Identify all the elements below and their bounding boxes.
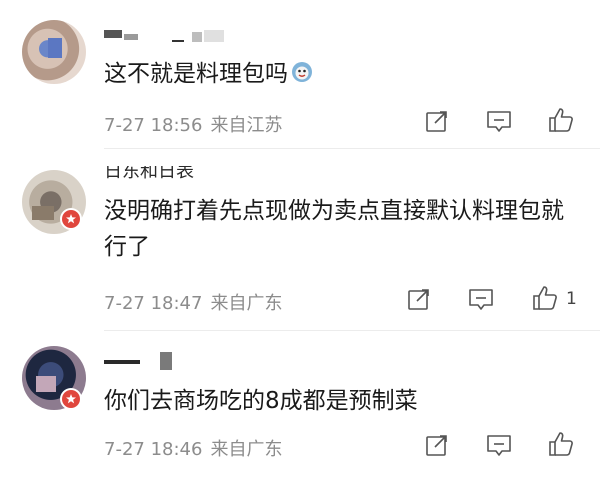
avatar[interactable] bbox=[22, 20, 86, 84]
comment-button[interactable] bbox=[466, 284, 496, 314]
thumbs-up-icon bbox=[533, 286, 557, 310]
comment-time: 7-27 18:47 bbox=[104, 293, 203, 314]
like-button[interactable] bbox=[530, 283, 560, 313]
username-blurred[interactable] bbox=[104, 350, 204, 372]
comment-text: 你们去商场吃的8成都是预制菜 bbox=[104, 383, 584, 419]
share-icon bbox=[426, 435, 447, 456]
comment-button[interactable] bbox=[484, 430, 514, 460]
comment-meta: 7-27 18:46 来自广东 bbox=[104, 435, 282, 461]
vip-badge-icon bbox=[60, 388, 82, 410]
comment-meta: 7-27 18:56 来自江苏 bbox=[104, 111, 282, 137]
share-button[interactable] bbox=[422, 106, 452, 136]
thumbs-up-icon bbox=[549, 432, 573, 456]
comment-text-content: 你们去商场吃的8成都是预制菜 bbox=[104, 388, 418, 414]
comment-icon bbox=[469, 289, 493, 310]
comment-button[interactable] bbox=[484, 106, 514, 136]
thumbs-up-icon bbox=[549, 108, 573, 132]
comment-time: 7-27 18:46 bbox=[104, 439, 203, 460]
like-button[interactable] bbox=[546, 105, 576, 135]
share-button[interactable] bbox=[404, 284, 434, 314]
comment-location: 来自广东 bbox=[210, 293, 283, 314]
comment-location: 来自广东 bbox=[210, 439, 283, 460]
comment-text-content: 这不就是料理包吗 bbox=[104, 61, 288, 87]
comment-text: 这不就是料理包吗 bbox=[104, 56, 584, 95]
share-button[interactable] bbox=[422, 430, 452, 460]
comment-text-content: 没明确打着先点现做为卖点直接默认料理包就行了 bbox=[104, 198, 564, 260]
comment-location: 来自江苏 bbox=[210, 115, 283, 136]
vip-badge-icon bbox=[60, 208, 82, 230]
doge-emoji-icon bbox=[290, 59, 314, 95]
comment-text: 没明确打着先点现做为卖点直接默认料理包就行了 bbox=[104, 193, 584, 265]
username-blurred[interactable] bbox=[104, 20, 254, 42]
comment-icon bbox=[487, 111, 511, 132]
comment-time: 7-27 18:56 bbox=[104, 115, 203, 136]
comment-icon bbox=[487, 435, 511, 456]
like-button[interactable] bbox=[546, 429, 576, 459]
comment-meta: 7-27 18:47 来自广东 bbox=[104, 289, 282, 315]
share-icon bbox=[408, 289, 429, 310]
comment-item: 你们去商场吃的8成都是预制菜 7-27 18:46 来自广东 bbox=[0, 330, 600, 482]
comment-item: 日东和日表 没明确打着先点现做为卖点直接默认料理包就行了 7-27 18:47 来… bbox=[0, 148, 600, 330]
comment-item: 这不就是料理包吗 7-27 18:56 来自江苏 bbox=[0, 0, 600, 148]
like-count: 1 bbox=[566, 289, 577, 309]
username-text: 日东和日表 bbox=[104, 166, 194, 182]
username-partial[interactable]: 日东和日表 bbox=[104, 166, 304, 184]
share-icon bbox=[426, 111, 447, 132]
